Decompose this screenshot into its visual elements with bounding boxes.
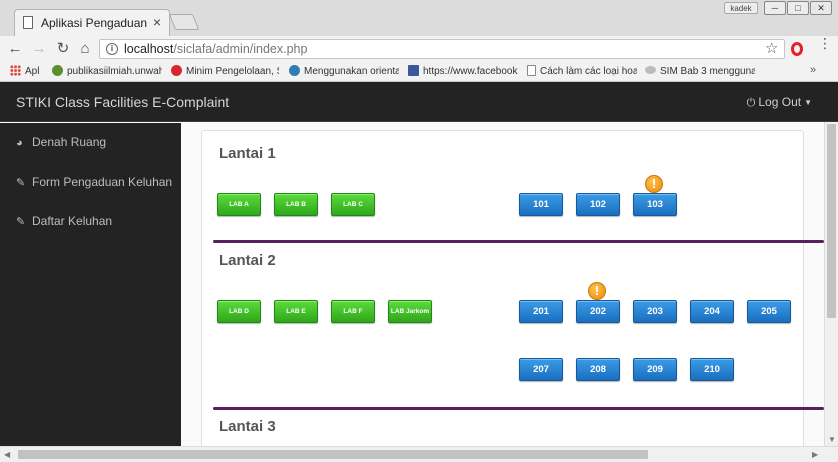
room-209-button[interactable]: 209	[633, 358, 677, 381]
home-icon[interactable]: ⌂	[76, 39, 94, 59]
main-content: Lantai 1 LAB A LAB B LAB C 101 102 103 !…	[181, 123, 824, 446]
horizontal-scrollbar[interactable]: ◀ ▶	[0, 446, 838, 462]
room-103-button[interactable]: 103	[633, 193, 677, 216]
alert-icon[interactable]: !	[588, 282, 606, 300]
url-input[interactable]: i localhost/siclafa/admin/index.php	[99, 39, 785, 59]
room-204-button[interactable]: 204	[690, 300, 734, 323]
floor-title: Lantai 1	[219, 145, 276, 162]
edit-icon: ✎	[16, 177, 26, 189]
room-lab-a-button[interactable]: LAB A	[217, 193, 261, 216]
power-icon: ⏻	[746, 97, 756, 109]
room-lab-e-button[interactable]: LAB E	[274, 300, 318, 323]
room-lab-d-button[interactable]: LAB D	[217, 300, 261, 323]
vertical-scrollbar[interactable]: ▼	[824, 122, 838, 446]
opera-icon[interactable]	[791, 42, 803, 56]
room-lab-b-button[interactable]: LAB B	[274, 193, 318, 216]
bookmarks-bar: Apl publikasiilmiah.unwah Minim Pengelol…	[0, 62, 838, 82]
room-208-button[interactable]: 208	[576, 358, 620, 381]
alert-icon[interactable]: !	[645, 175, 663, 193]
bookmarks-more-icon[interactable]: »	[810, 64, 816, 76]
star-icon[interactable]: ☆	[765, 39, 778, 57]
vertical-scroll-thumb[interactable]	[827, 124, 836, 318]
bookmark-item[interactable]: publikasiilmiah.unwah	[52, 64, 162, 80]
app-navbar: STIKI Class Facilities E-Complaint ⏻ Log …	[0, 82, 838, 122]
floor-plan-panel	[201, 130, 804, 446]
room-205-button[interactable]: 205	[747, 300, 791, 323]
maximize-button[interactable]: □	[787, 1, 809, 15]
floor-divider	[213, 240, 824, 243]
bookmark-item[interactable]: SIM Bab 3 mengguna	[645, 64, 755, 80]
floor-divider	[213, 407, 824, 410]
info-icon[interactable]: i	[106, 43, 118, 55]
room-201-button[interactable]: 201	[519, 300, 563, 323]
sidebar: ◕ Denah Ruang ✎ Form Pengaduan Keluhan ✎ Da…	[0, 123, 181, 446]
address-bar: ← → ↻ ⌂ i localhost/siclafa/admin/index.…	[0, 36, 838, 62]
room-102-button[interactable]: 102	[576, 193, 620, 216]
sidebar-item-denah-ruang[interactable]: ◕ Denah Ruang	[16, 135, 106, 155]
scroll-left-icon[interactable]: ◀	[4, 450, 10, 459]
profile-button[interactable]: kadek	[724, 2, 758, 14]
browser-tab[interactable]: Aplikasi Pengaduan ×	[14, 9, 170, 36]
room-lab-jarkom-button[interactable]: LAB Jarkom	[388, 300, 432, 323]
sidebar-item-form-pengaduan[interactable]: ✎ Form Pengaduan Keluhan	[16, 175, 172, 195]
site-icon	[171, 65, 182, 76]
room-lab-f-button[interactable]: LAB F	[331, 300, 375, 323]
horizontal-scroll-thumb[interactable]	[18, 450, 648, 459]
bookmark-item[interactable]: Cách làm các loại hoa	[527, 64, 637, 80]
caret-down-icon: ▼	[804, 98, 812, 107]
forward-icon[interactable]: →	[30, 39, 48, 59]
room-lab-c-button[interactable]: LAB C	[331, 193, 375, 216]
globe-icon	[52, 65, 63, 76]
bookmark-item[interactable]: Menggunakan orienta	[289, 64, 399, 80]
url-text: localhost/siclafa/admin/index.php	[124, 42, 308, 56]
logout-label: Log Out	[758, 95, 802, 109]
new-tab-button[interactable]	[168, 14, 200, 30]
dashboard-icon: ◕	[16, 137, 23, 149]
bookmark-item[interactable]: https://www.facebook	[408, 64, 518, 80]
bookmark-apps[interactable]: Apl	[10, 64, 48, 80]
close-icon[interactable]: ×	[153, 14, 161, 30]
wordpress-icon	[289, 65, 300, 76]
apps-icon	[10, 65, 21, 76]
tab-title: Aplikasi Pengaduan	[41, 16, 148, 30]
room-207-button[interactable]: 207	[519, 358, 563, 381]
room-202-button[interactable]: 202	[576, 300, 620, 323]
window-close-button[interactable]: ✕	[810, 1, 832, 15]
floor-title: Lantai 2	[219, 252, 276, 269]
bookmark-item[interactable]: Minim Pengelolaan, S	[171, 64, 279, 80]
room-101-button[interactable]: 101	[519, 193, 563, 216]
minimize-button[interactable]: ─	[764, 1, 786, 15]
floor-title: Lantai 3	[219, 418, 276, 435]
sidebar-item-daftar-keluhan[interactable]: ✎ Daftar Keluhan	[16, 214, 112, 234]
logout-dropdown[interactable]: ⏻ Log Out ▼	[747, 95, 812, 110]
page-icon	[23, 16, 33, 29]
facebook-icon	[408, 65, 419, 76]
cloud-icon	[645, 66, 656, 74]
room-203-button[interactable]: 203	[633, 300, 677, 323]
edit-icon: ✎	[16, 216, 26, 228]
app-brand[interactable]: STIKI Class Facilities E-Complaint	[16, 94, 229, 110]
room-210-button[interactable]: 210	[690, 358, 734, 381]
page-icon	[527, 65, 536, 76]
reload-icon[interactable]: ↻	[54, 39, 72, 59]
tab-strip: Aplikasi Pengaduan × kadek ─ □ ✕	[0, 0, 838, 36]
browser-window: Aplikasi Pengaduan × kadek ─ □ ✕ ← → ↻ ⌂…	[0, 0, 838, 462]
scroll-down-icon[interactable]: ▼	[828, 435, 836, 444]
back-icon[interactable]: ←	[6, 39, 24, 59]
scroll-right-icon[interactable]: ▶	[812, 450, 818, 459]
menu-icon[interactable]: ⋮	[818, 36, 832, 50]
